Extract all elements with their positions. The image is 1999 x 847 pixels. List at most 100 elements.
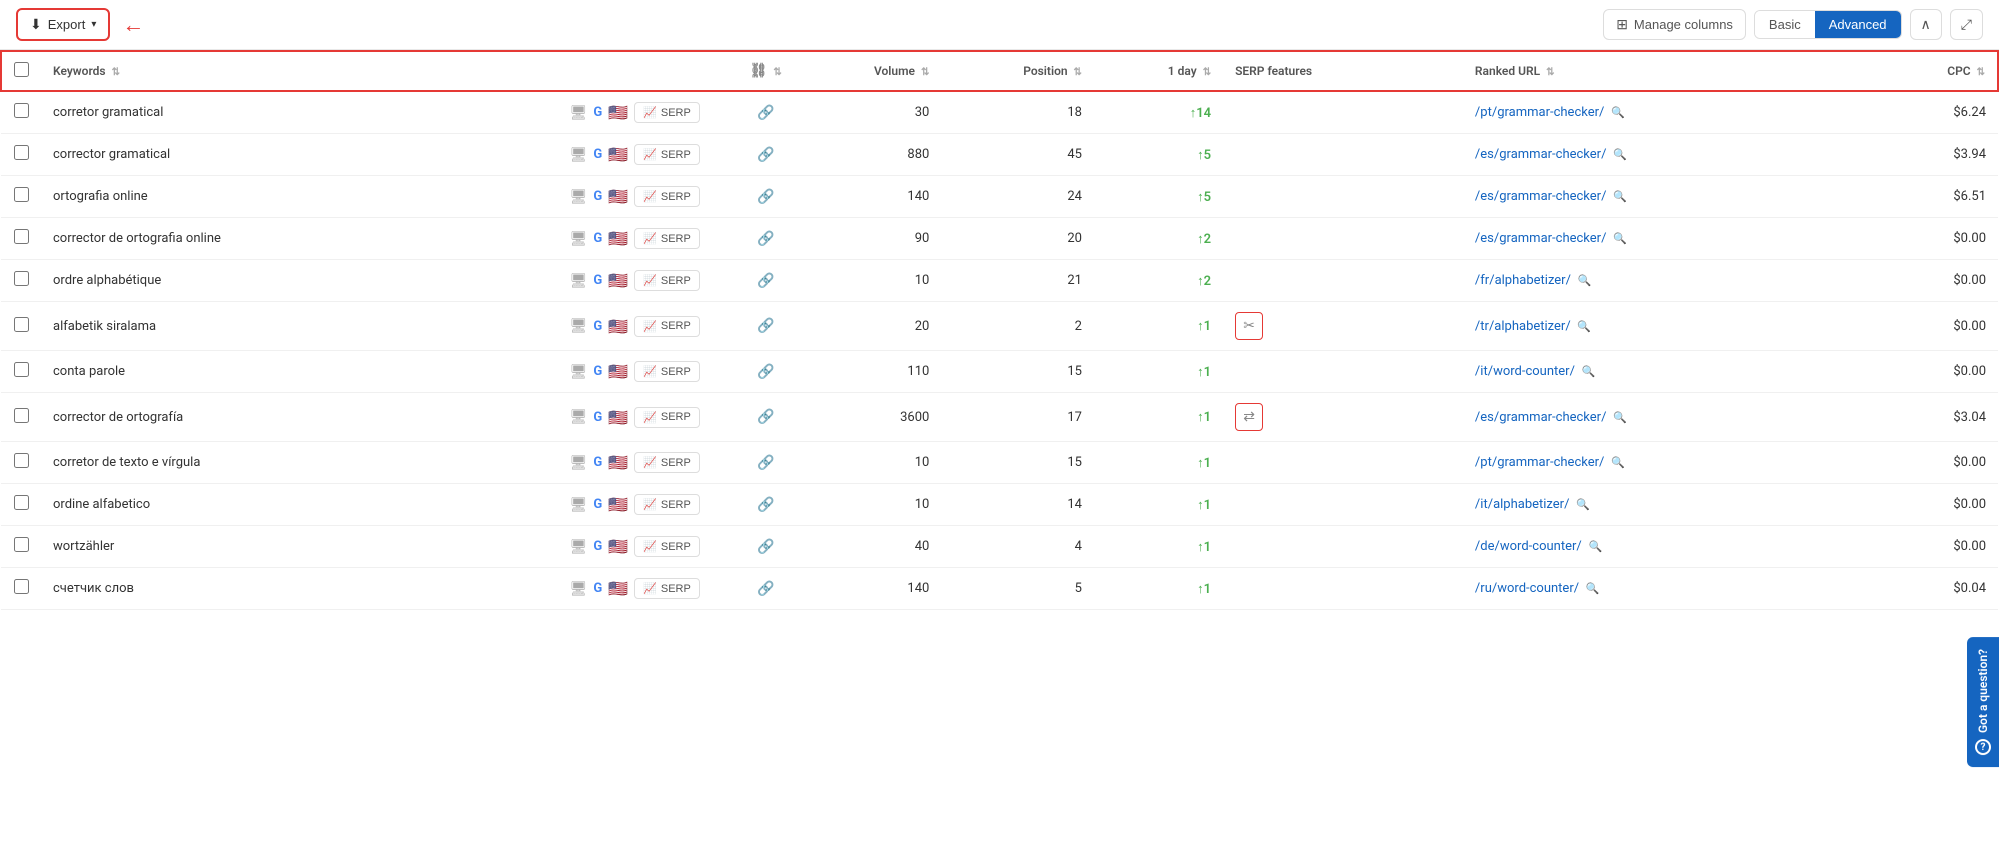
search-icon[interactable]: 🔍: [1610, 190, 1626, 203]
monitor-icon[interactable]: 🖥: [570, 409, 588, 425]
search-icon[interactable]: 🔍: [1575, 274, 1591, 287]
monitor-icon[interactable]: 🖥: [570, 147, 588, 163]
flag-icon[interactable]: 🇺🇸: [608, 537, 628, 556]
google-icon[interactable]: G: [593, 364, 602, 379]
serp-button[interactable]: 📈 SERP: [634, 270, 700, 291]
google-icon[interactable]: G: [593, 273, 602, 288]
flag-icon[interactable]: 🇺🇸: [608, 495, 628, 514]
row-checkbox[interactable]: [14, 537, 29, 552]
ranked-url-link[interactable]: /tr/alphabetizer/: [1475, 319, 1571, 334]
serp-button[interactable]: 📈 SERP: [634, 407, 700, 428]
ranked-url-link[interactable]: /fr/alphabetizer/: [1475, 273, 1571, 288]
flag-icon[interactable]: 🇺🇸: [608, 579, 628, 598]
export-button[interactable]: ⬇ Export ▾: [16, 8, 110, 41]
select-all-checkbox[interactable]: [14, 62, 29, 77]
google-icon[interactable]: G: [593, 319, 602, 334]
ranked-url-link[interactable]: /es/grammar-checker/: [1475, 189, 1607, 204]
chain-icon[interactable]: 🔗: [757, 497, 774, 513]
google-icon[interactable]: G: [593, 147, 602, 162]
search-icon[interactable]: 🔍: [1610, 148, 1626, 161]
google-icon[interactable]: G: [593, 455, 602, 470]
basic-view-button[interactable]: Basic: [1755, 11, 1815, 38]
row-checkbox[interactable]: [14, 271, 29, 286]
ranked-url-link[interactable]: /es/grammar-checker/: [1475, 410, 1607, 425]
monitor-icon[interactable]: 🖥: [570, 273, 588, 289]
ranked-url-link[interactable]: /de/word-counter/: [1475, 539, 1582, 554]
chain-icon[interactable]: 🔗: [757, 364, 774, 380]
row-checkbox[interactable]: [14, 187, 29, 202]
monitor-icon[interactable]: 🖥: [570, 105, 588, 121]
expand-button[interactable]: ⤢: [1950, 9, 1983, 40]
search-icon[interactable]: 🔍: [1608, 456, 1624, 469]
header-keywords[interactable]: Keywords ⇅: [41, 51, 558, 91]
search-icon[interactable]: 🔍: [1608, 106, 1624, 119]
header-position[interactable]: Position ⇅: [941, 51, 1094, 91]
google-icon[interactable]: G: [593, 539, 602, 554]
search-icon[interactable]: 🔍: [1610, 232, 1626, 245]
flag-icon[interactable]: 🇺🇸: [608, 362, 628, 381]
ranked-url-link[interactable]: /es/grammar-checker/: [1475, 147, 1607, 162]
chain-icon[interactable]: 🔗: [757, 539, 774, 555]
serp-button[interactable]: 📈 SERP: [634, 316, 700, 337]
serp-button[interactable]: 📈 SERP: [634, 578, 700, 599]
serp-button[interactable]: 📈 SERP: [634, 102, 700, 123]
ranked-url-link[interactable]: /pt/grammar-checker/: [1475, 105, 1604, 120]
monitor-icon[interactable]: 🖥: [570, 318, 588, 334]
chain-icon[interactable]: 🔗: [757, 147, 774, 163]
row-checkbox[interactable]: [14, 408, 29, 423]
got-question-widget[interactable]: ? Got a question?: [1967, 637, 1999, 767]
flag-icon[interactable]: 🇺🇸: [608, 453, 628, 472]
collapse-button[interactable]: ∧: [1910, 9, 1942, 40]
flag-icon[interactable]: 🇺🇸: [608, 229, 628, 248]
chain-icon[interactable]: 🔗: [757, 189, 774, 205]
flag-icon[interactable]: 🇺🇸: [608, 145, 628, 164]
chain-icon[interactable]: 🔗: [757, 231, 774, 247]
chain-icon[interactable]: 🔗: [757, 273, 774, 289]
search-icon[interactable]: 🔍: [1583, 582, 1599, 595]
google-icon[interactable]: G: [593, 231, 602, 246]
serp-button[interactable]: 📈 SERP: [634, 536, 700, 557]
search-icon[interactable]: 🔍: [1579, 365, 1595, 378]
chain-icon[interactable]: 🔗: [757, 318, 774, 334]
flag-icon[interactable]: 🇺🇸: [608, 271, 628, 290]
monitor-icon[interactable]: 🖥: [570, 231, 588, 247]
row-checkbox[interactable]: [14, 579, 29, 594]
row-checkbox[interactable]: [14, 495, 29, 510]
row-checkbox[interactable]: [14, 229, 29, 244]
search-icon[interactable]: 🔍: [1586, 540, 1602, 553]
flag-icon[interactable]: 🇺🇸: [608, 408, 628, 427]
ranked-url-link[interactable]: /pt/grammar-checker/: [1475, 455, 1604, 470]
google-icon[interactable]: G: [593, 581, 602, 596]
manage-columns-button[interactable]: ⊞ Manage columns: [1603, 9, 1746, 40]
row-checkbox[interactable]: [14, 145, 29, 160]
flag-icon[interactable]: 🇺🇸: [608, 103, 628, 122]
row-checkbox[interactable]: [14, 362, 29, 377]
serp-button[interactable]: 📈 SERP: [634, 452, 700, 473]
row-checkbox[interactable]: [14, 453, 29, 468]
advanced-view-button[interactable]: Advanced: [1815, 11, 1901, 38]
monitor-icon[interactable]: 🖥: [570, 539, 588, 555]
ranked-url-link[interactable]: /es/grammar-checker/: [1475, 231, 1607, 246]
flag-icon[interactable]: 🇺🇸: [608, 187, 628, 206]
monitor-icon[interactable]: 🖥: [570, 455, 588, 471]
serp-button[interactable]: 📈 SERP: [634, 186, 700, 207]
google-icon[interactable]: G: [593, 410, 602, 425]
ranked-url-link[interactable]: /it/word-counter/: [1475, 364, 1575, 379]
google-icon[interactable]: G: [593, 189, 602, 204]
chain-icon[interactable]: 🔗: [757, 455, 774, 471]
search-icon[interactable]: 🔍: [1610, 411, 1626, 424]
ranked-url-link[interactable]: /it/alphabetizer/: [1475, 497, 1570, 512]
monitor-icon[interactable]: 🖥: [570, 581, 588, 597]
serp-button[interactable]: 📈 SERP: [634, 228, 700, 249]
row-checkbox[interactable]: [14, 103, 29, 118]
serp-button[interactable]: 📈 SERP: [634, 144, 700, 165]
serp-button[interactable]: 📈 SERP: [634, 494, 700, 515]
ranked-url-link[interactable]: /ru/word-counter/: [1475, 581, 1579, 596]
header-oneday[interactable]: 1 day ⇅: [1094, 51, 1223, 91]
search-icon[interactable]: 🔍: [1573, 498, 1589, 511]
header-cpc[interactable]: CPC ⇅: [1869, 51, 1998, 91]
chain-icon[interactable]: 🔗: [757, 581, 774, 597]
google-icon[interactable]: G: [593, 497, 602, 512]
monitor-icon[interactable]: 🖥: [570, 497, 588, 513]
google-icon[interactable]: G: [593, 105, 602, 120]
